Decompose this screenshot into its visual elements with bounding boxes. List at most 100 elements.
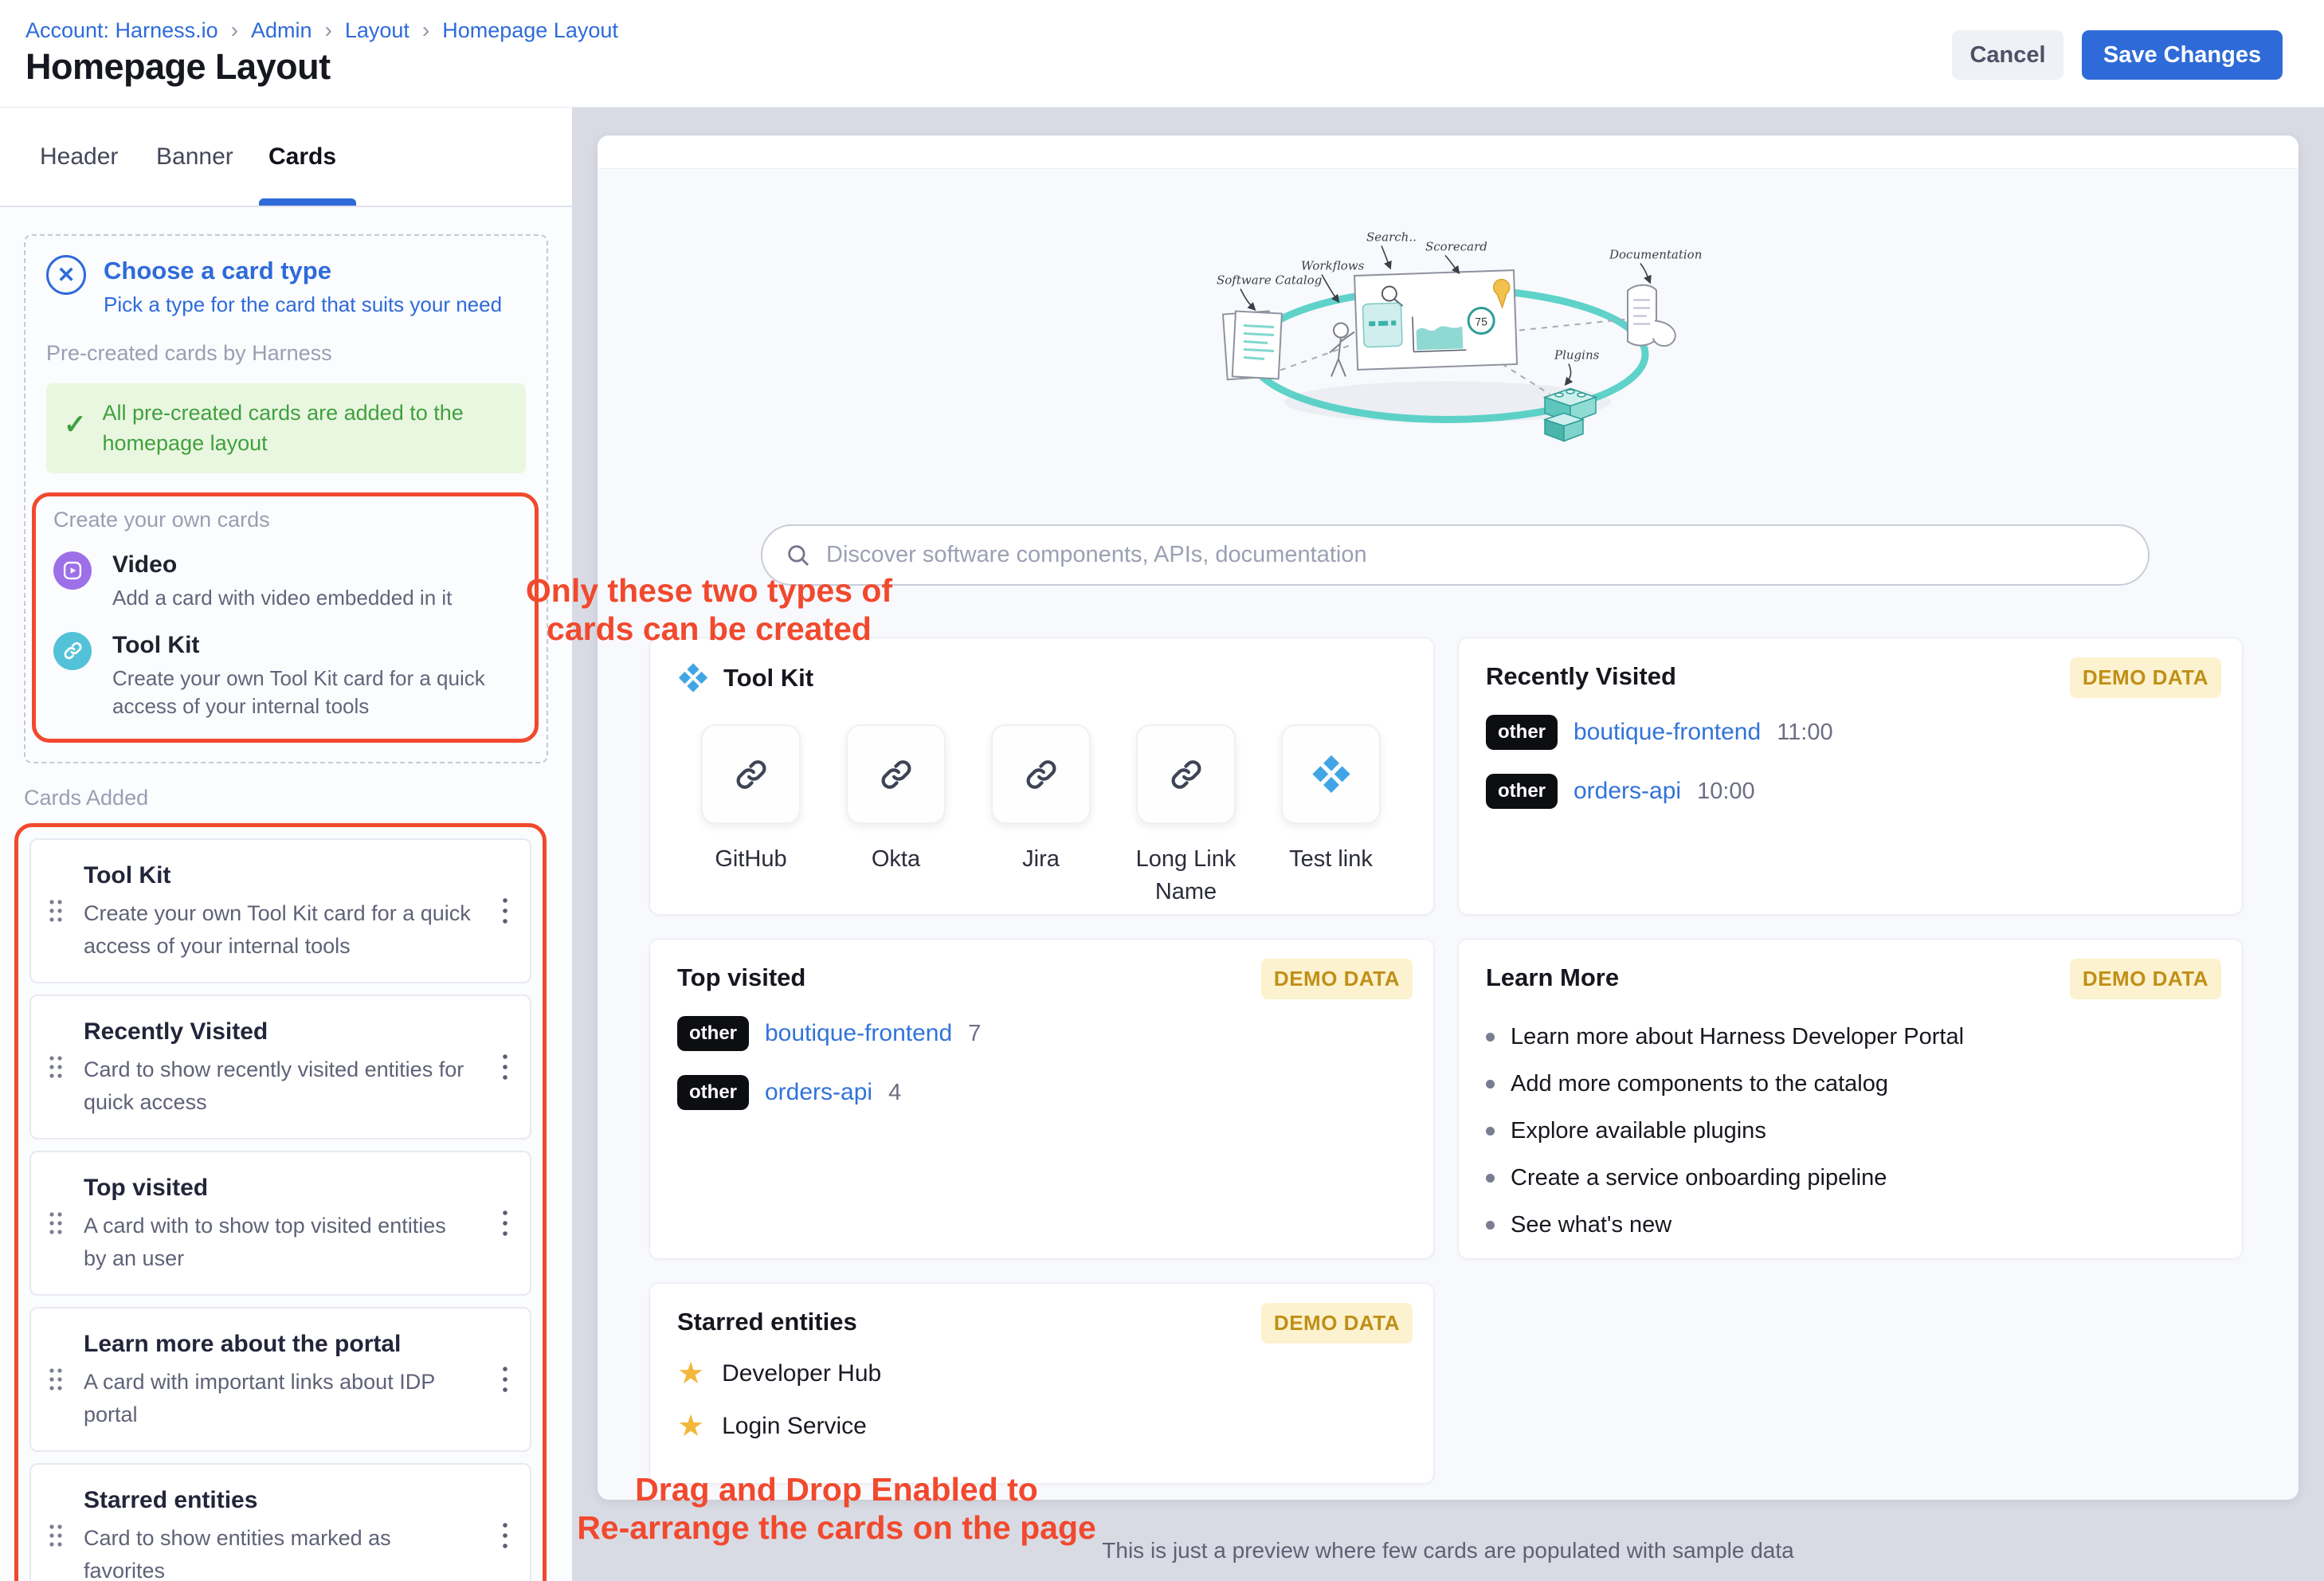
toolkit-link-label: GitHub xyxy=(684,843,818,876)
demo-data-badge: DEMO DATA xyxy=(2070,959,2221,999)
demo-data-badge: DEMO DATA xyxy=(1261,959,1413,999)
precreated-success-banner: ✓ All pre-created cards are added to the… xyxy=(46,383,526,473)
added-card-title: Top visited xyxy=(84,1175,472,1202)
entity-link[interactable]: orders-api xyxy=(1574,778,1681,805)
entity-visit-count: 4 xyxy=(888,1080,901,1106)
entity-link[interactable]: orders-api xyxy=(765,1079,872,1106)
toolkit-link-test-link[interactable]: Test link xyxy=(1281,724,1381,908)
drag-handle-icon[interactable] xyxy=(47,1210,65,1237)
chooser-subtitle: Pick a type for the card that suits your… xyxy=(104,292,502,317)
chevron-right-icon: › xyxy=(231,18,238,43)
starred-entity-row[interactable]: ★ Login Service xyxy=(677,1411,1406,1442)
added-card-recently-visited[interactable]: Recently Visited Card to show recently v… xyxy=(29,994,531,1140)
tab-banner[interactable]: Banner xyxy=(156,108,233,206)
bullet-icon xyxy=(1486,1033,1495,1042)
toolkit-link-long-link-name[interactable]: Long Link Name xyxy=(1136,724,1236,908)
entity-kind-tag: other xyxy=(1486,774,1558,809)
star-icon: ★ xyxy=(677,1411,704,1442)
added-card-toolkit[interactable]: Tool Kit Create your own Tool Kit card f… xyxy=(29,838,531,983)
card-type-chooser: ✕ Choose a card type Pick a type for the… xyxy=(24,234,548,763)
added-card-title: Tool Kit xyxy=(84,862,472,889)
tab-header[interactable]: Header xyxy=(40,108,118,206)
learn-more-link[interactable]: Learn more about Harness Developer Porta… xyxy=(1486,1024,2215,1050)
link-icon xyxy=(53,632,92,670)
own-cards-annotation-box: Create your own cards Video Add a card w… xyxy=(32,492,539,743)
tab-cards[interactable]: Cards xyxy=(268,108,336,206)
search-icon xyxy=(785,542,812,569)
added-card-starred-entities[interactable]: Starred entities Card to show entities m… xyxy=(29,1463,531,1581)
dashboard-board: 75 xyxy=(1354,270,1517,370)
cancel-button[interactable]: Cancel xyxy=(1952,30,2063,80)
added-card-description: A card with important links about IDP po… xyxy=(84,1366,472,1430)
illustration-label-scorecard: Scorecard xyxy=(1425,240,1487,254)
learn-more-link[interactable]: Create a service onboarding pipeline xyxy=(1486,1165,2215,1191)
learn-more-list: Learn more about Harness Developer Porta… xyxy=(1486,1024,2215,1238)
learn-more-link[interactable]: Add more components to the catalog xyxy=(1486,1071,2215,1097)
card-type-option-toolkit[interactable]: Tool Kit Create your own Tool Kit card f… xyxy=(53,632,517,722)
preview-top-visited-card: Top visited DEMO DATA other boutique-fro… xyxy=(649,939,1434,1259)
video-icon xyxy=(53,551,92,590)
kebab-menu-icon[interactable] xyxy=(496,890,514,932)
svg-text:75: 75 xyxy=(1475,315,1487,328)
entity-link[interactable]: boutique-frontend xyxy=(1574,719,1761,746)
star-icon: ★ xyxy=(677,1359,704,1389)
added-card-learn-more[interactable]: Learn more about the portal A card with … xyxy=(29,1307,531,1452)
added-card-top-visited[interactable]: Top visited A card with to show top visi… xyxy=(29,1151,531,1296)
demo-data-badge: DEMO DATA xyxy=(1261,1303,1413,1344)
toolkit-link-github[interactable]: GitHub xyxy=(701,724,801,908)
search-input[interactable] xyxy=(826,542,2126,568)
demo-data-badge: DEMO DATA xyxy=(2070,657,2221,698)
breadcrumb-admin[interactable]: Admin xyxy=(251,18,312,43)
illustration-label-documentation: Documentation xyxy=(1609,248,1702,262)
entity-kind-tag: other xyxy=(677,1016,749,1051)
app-header: Account: Harness.io › Admin › Layout › H… xyxy=(0,0,2324,108)
entity-link[interactable]: boutique-frontend xyxy=(765,1020,952,1047)
breadcrumb-layout[interactable]: Layout xyxy=(345,18,410,43)
plugin-bricks xyxy=(1545,389,1596,441)
toolkit-links: GitHub Okta Jira Long Link Name Test lin… xyxy=(677,724,1406,908)
entity-row: other orders-api 10:00 xyxy=(1486,774,2215,809)
bullet-icon xyxy=(1486,1174,1495,1183)
cards-added-annotation-box: Tool Kit Create your own Tool Kit card f… xyxy=(14,823,547,1581)
drag-handle-icon[interactable] xyxy=(47,1522,65,1549)
breadcrumb-homepage-layout[interactable]: Homepage Layout xyxy=(442,18,618,43)
page-title: Homepage Layout xyxy=(25,46,331,88)
kebab-menu-icon[interactable] xyxy=(496,1202,514,1244)
preview-card-header-strip xyxy=(598,135,2299,169)
preview-toolkit-card: Tool Kit GitHub Okta Jira Long Link Nam xyxy=(649,638,1434,915)
added-card-description: Card to show entities marked as favorite… xyxy=(84,1522,472,1581)
breadcrumb-account[interactable]: Account: Harness.io xyxy=(25,18,218,43)
toolkit-link-label: Okta xyxy=(829,843,963,876)
illustration-label-plugins: Plugins xyxy=(1554,348,1600,363)
homepage-preview-card: 75 xyxy=(598,135,2299,1500)
preview-footer-note: This is just a preview where few cards a… xyxy=(598,1538,2299,1563)
entity-row: other orders-api 4 xyxy=(677,1075,1406,1110)
kebab-menu-icon[interactable] xyxy=(496,1515,514,1556)
learn-more-link[interactable]: See what's new xyxy=(1486,1212,2215,1238)
chevron-right-icon: › xyxy=(422,18,429,43)
drag-handle-icon[interactable] xyxy=(47,1366,65,1393)
search-bar xyxy=(761,524,2150,586)
left-panel: Header Banner Cards ✕ Choose a card type… xyxy=(0,108,572,1581)
learn-more-link[interactable]: Explore available plugins xyxy=(1486,1118,2215,1144)
entity-timestamp: 11:00 xyxy=(1777,720,1832,746)
close-circle-icon[interactable]: ✕ xyxy=(46,255,86,295)
drag-handle-icon[interactable] xyxy=(47,897,65,924)
added-card-description: Card to show recently visited entities f… xyxy=(84,1053,472,1118)
kebab-menu-icon[interactable] xyxy=(496,1046,514,1088)
card-type-option-video[interactable]: Video Add a card with video embedded in … xyxy=(53,551,517,613)
bullet-icon xyxy=(1486,1127,1495,1136)
drag-handle-icon[interactable] xyxy=(47,1053,65,1081)
kebab-menu-icon[interactable] xyxy=(496,1359,514,1400)
starred-entity-row[interactable]: ★ Developer Hub xyxy=(677,1359,1406,1389)
added-card-title: Starred entities xyxy=(84,1487,472,1514)
added-card-description: Create your own Tool Kit card for a quic… xyxy=(84,897,472,962)
toolkit-link-jira[interactable]: Jira xyxy=(991,724,1091,908)
added-card-title: Recently Visited xyxy=(84,1018,472,1046)
harness-idp-logo-icon xyxy=(677,662,709,694)
toolkit-link-okta[interactable]: Okta xyxy=(846,724,946,908)
entity-timestamp: 10:00 xyxy=(1697,779,1755,805)
chevron-right-icon: › xyxy=(324,18,331,43)
breadcrumb: Account: Harness.io › Admin › Layout › H… xyxy=(25,18,618,43)
save-changes-button[interactable]: Save Changes xyxy=(2082,30,2283,80)
